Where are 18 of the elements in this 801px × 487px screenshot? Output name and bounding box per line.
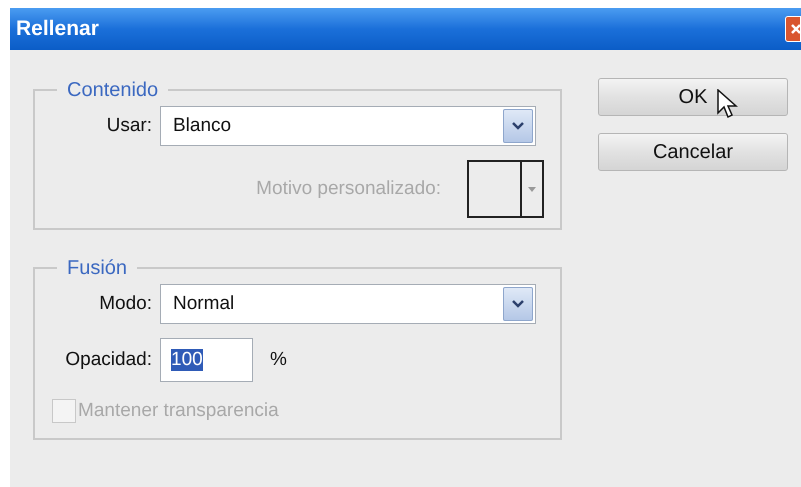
checkbox-label: Mantener transparencia <box>78 398 279 423</box>
field-value: 100 <box>171 349 203 371</box>
window-title: Rellenar <box>16 16 99 42</box>
close-icon[interactable] <box>785 16 801 42</box>
group-title: Contenido <box>66 78 160 102</box>
unit-label: % <box>270 348 287 372</box>
field-label: Opacidad: <box>65 348 152 372</box>
mouse-pointer-icon <box>717 89 739 121</box>
dropdown-field[interactable]: Normal <box>160 284 536 324</box>
group-title: Fusión <box>66 256 128 280</box>
field-label: Motivo personalizado: <box>256 176 441 201</box>
opacity-field[interactable]: 100 <box>160 338 253 382</box>
caret-icon <box>528 186 536 192</box>
dialog-button[interactable]: Cancelar <box>598 133 788 171</box>
dialog-button[interactable]: OK <box>598 78 788 116</box>
field-label: Usar: <box>106 114 152 138</box>
field-label: Modo: <box>99 292 152 316</box>
dropdown-field[interactable]: Blanco <box>160 106 536 146</box>
